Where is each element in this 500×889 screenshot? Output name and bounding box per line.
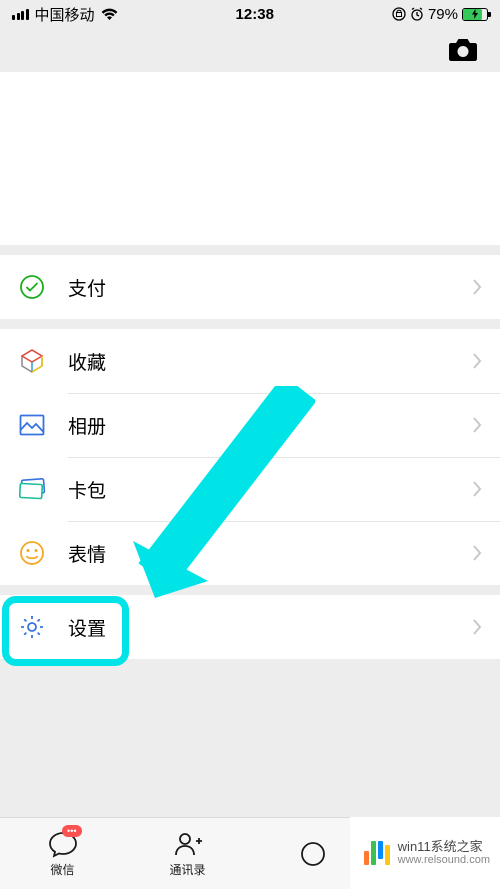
menu-label: 表情: [68, 540, 472, 567]
watermark: win11系统之家 www.relsound.com: [350, 817, 500, 889]
section-general: 收藏 相册 卡包 表情: [0, 329, 500, 585]
tab-contacts[interactable]: 通讯录: [125, 818, 250, 889]
emoji-icon: [18, 539, 46, 567]
contacts-icon: [173, 830, 203, 858]
chevron-right-icon: [472, 416, 482, 434]
tab-label: 通讯录: [169, 861, 205, 878]
tab-chats[interactable]: ••• 微信: [0, 818, 125, 889]
header-actions: [0, 28, 500, 72]
profile-header[interactable]: [0, 72, 500, 245]
menu-label: 支付: [68, 274, 472, 301]
menu-label: 相册: [68, 412, 472, 439]
signal-icon: [12, 9, 29, 20]
menu-label: 卡包: [68, 476, 472, 503]
watermark-title: win11系统之家: [398, 839, 490, 855]
menu-label: 收藏: [68, 348, 472, 375]
section-pay: 支付: [0, 255, 500, 319]
album-icon: [18, 411, 46, 439]
menu-item-pay[interactable]: 支付: [0, 255, 500, 319]
status-bar: 中国移动 12:38 79%: [0, 0, 500, 28]
camera-icon[interactable]: [448, 37, 478, 63]
unread-badge: •••: [62, 825, 81, 837]
section-settings: 设置: [0, 595, 500, 659]
wifi-icon: [101, 8, 118, 21]
menu-item-album[interactable]: 相册: [0, 393, 500, 457]
menu-item-sticker[interactable]: 表情: [0, 521, 500, 585]
chevron-right-icon: [472, 544, 482, 562]
chevron-right-icon: [472, 618, 482, 636]
watermark-logo-icon: [364, 841, 390, 865]
favorites-icon: [18, 347, 46, 375]
chevron-right-icon: [472, 278, 482, 296]
pay-icon: [18, 273, 46, 301]
alarm-icon: [410, 7, 424, 21]
tab-label: 微信: [50, 861, 74, 878]
cards-icon: [18, 475, 46, 503]
carrier-label: 中国移动: [35, 4, 95, 25]
orientation-lock-icon: [392, 7, 406, 21]
watermark-url: www.relsound.com: [398, 854, 490, 867]
menu-item-favorites[interactable]: 收藏: [0, 329, 500, 393]
menu-item-settings[interactable]: 设置: [0, 595, 500, 659]
clock: 12:38: [236, 6, 274, 23]
battery-percent: 79%: [428, 6, 458, 23]
battery-icon: [462, 8, 488, 21]
discover-icon: [298, 840, 328, 868]
chevron-right-icon: [472, 480, 482, 498]
menu-label: 设置: [68, 614, 472, 641]
menu-item-cards[interactable]: 卡包: [0, 457, 500, 521]
chevron-right-icon: [472, 352, 482, 370]
gear-icon: [18, 613, 46, 641]
